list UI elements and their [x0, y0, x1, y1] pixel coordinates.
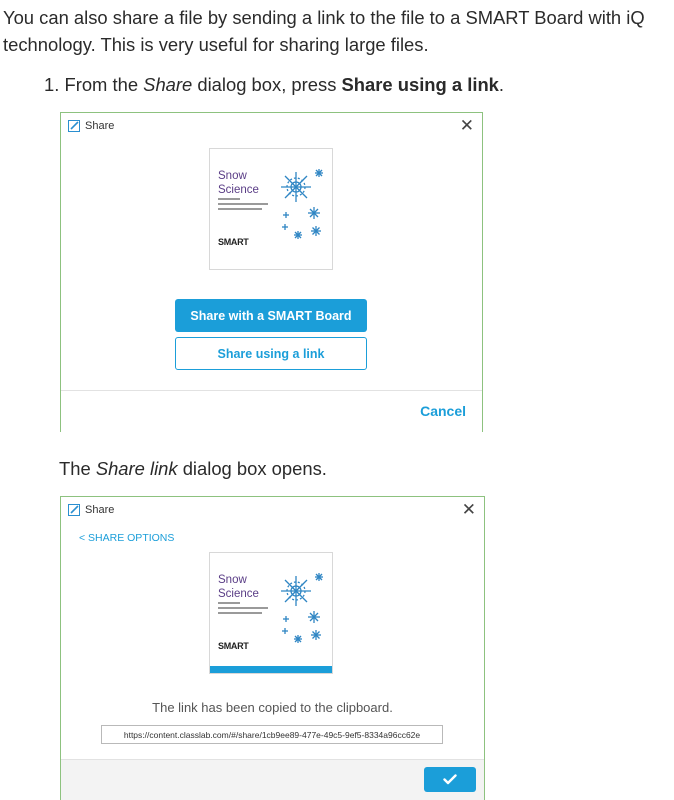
- thumbnail-title-line1: Snow: [218, 170, 247, 182]
- step-1: 1. From the Share dialog box, press Shar…: [44, 72, 504, 98]
- confirm-button[interactable]: [424, 767, 476, 792]
- dialog-titlebar: Share ✕: [61, 497, 484, 525]
- close-icon[interactable]: ✕: [460, 116, 474, 136]
- thumbnail-title-line2: Science: [218, 588, 259, 600]
- snowflake-icon: [281, 573, 323, 643]
- step-emphasis: Share: [143, 74, 193, 95]
- dialog-title: Share: [85, 504, 115, 516]
- step-text-pre: From the: [64, 74, 144, 95]
- thumbnail-title-line2: Science: [218, 184, 259, 196]
- share-link-dialog: Share ✕ < SHARE OPTIONS Snow Science SMA…: [60, 496, 485, 800]
- snowflake-icon: [281, 169, 323, 239]
- lesson-thumbnail: Snow Science SMART: [209, 552, 333, 674]
- share-options-back-link[interactable]: < SHARE OPTIONS: [79, 532, 174, 544]
- smart-logo: SMART: [218, 641, 249, 651]
- checkmark-icon: [443, 774, 457, 785]
- share-with-smart-board-button[interactable]: Share with a SMART Board: [175, 299, 367, 332]
- step-strong: Share using a link: [341, 74, 499, 95]
- dialog-title: Share: [85, 120, 115, 132]
- dialog-footer: Cancel: [61, 390, 482, 432]
- caption-text: The Share link dialog box opens.: [59, 456, 327, 482]
- share-app-icon: [68, 504, 80, 516]
- thumbnail-title-line1: Snow: [218, 574, 247, 586]
- thumbnail-accent-bar: [210, 666, 332, 673]
- thumbnail-title: Snow Science: [218, 573, 278, 601]
- intro-paragraph: You can also share a file by sending a l…: [3, 7, 645, 55]
- cancel-button[interactable]: Cancel: [420, 403, 466, 419]
- share-using-link-button[interactable]: Share using a link: [175, 337, 367, 370]
- caption-emphasis: Share link: [95, 458, 178, 479]
- thumbnail-text-lines: [218, 198, 268, 213]
- share-app-icon: [68, 120, 80, 132]
- thumbnail-title: Snow Science: [218, 169, 278, 197]
- caption-pre: The: [59, 458, 96, 479]
- caption-post: dialog box opens.: [177, 458, 327, 479]
- thumbnail-text-lines: [218, 602, 268, 617]
- dialog-footer: [61, 759, 484, 800]
- share-link-field[interactable]: [101, 725, 443, 744]
- share-dialog: Share ✕ Snow Science SMART Share with a …: [60, 112, 483, 432]
- step-text-post: .: [498, 74, 505, 95]
- link-copied-message: The link has been copied to the clipboar…: [152, 700, 393, 715]
- close-icon[interactable]: ✕: [462, 500, 476, 520]
- step-text-mid: dialog box, press: [192, 74, 342, 95]
- smart-logo: SMART: [218, 237, 249, 247]
- dialog-titlebar: Share ✕: [61, 113, 482, 141]
- step-number: 1.: [44, 74, 60, 95]
- lesson-thumbnail: Snow Science SMART: [209, 148, 333, 270]
